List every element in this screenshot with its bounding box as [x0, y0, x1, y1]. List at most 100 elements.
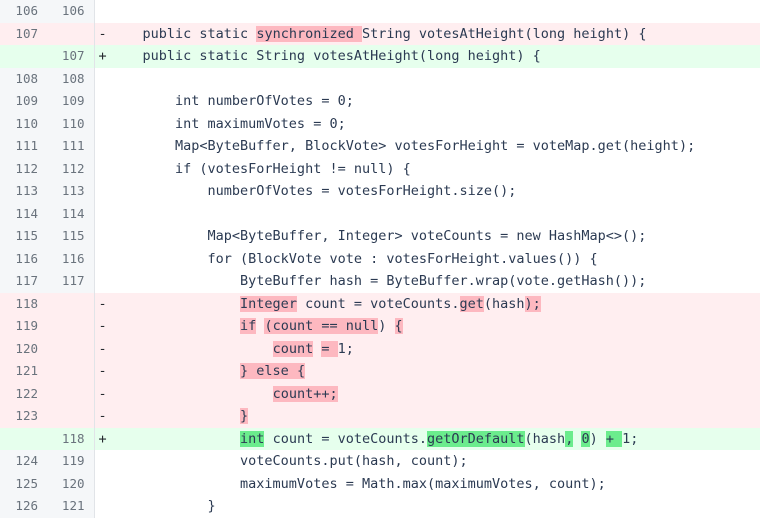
word-highlight: +	[605, 430, 623, 447]
new-line-number[interactable]: 111	[47, 135, 95, 158]
new-line-number[interactable]: 112	[47, 157, 95, 180]
new-line-number[interactable]: 114	[47, 202, 95, 225]
old-line-number[interactable]: 124	[0, 450, 47, 473]
code-line[interactable]: if (votesForHeight != null) {	[108, 157, 760, 180]
old-line-number[interactable]: 113	[0, 180, 47, 203]
new-line-number[interactable]	[47, 337, 95, 360]
old-line-number[interactable]: 125	[0, 472, 47, 495]
code-line[interactable]	[108, 202, 760, 225]
new-line-number[interactable]: 113	[47, 180, 95, 203]
code-line[interactable]	[108, 67, 760, 90]
word-highlight: Integer	[240, 295, 297, 312]
new-line-number[interactable]	[47, 292, 95, 315]
code-line[interactable]: int count = voteCounts.getOrDefault(hash…	[108, 427, 760, 450]
old-line-number[interactable]: 116	[0, 247, 47, 270]
code-line[interactable]: count = 1;	[108, 337, 760, 360]
new-line-number[interactable]: 110	[47, 112, 95, 135]
code-line[interactable]: Map<ByteBuffer, Integer> voteCounts = ne…	[108, 225, 760, 248]
diff-marker: -	[94, 315, 108, 338]
old-line-number[interactable]	[0, 427, 47, 450]
diff-marker	[94, 90, 108, 113]
word-highlight: (count == null	[264, 318, 379, 334]
new-line-number[interactable]: 107	[47, 45, 95, 68]
code-line[interactable]: public static synchronized String votesA…	[108, 22, 760, 45]
code-text: (hash	[483, 295, 525, 312]
code-line[interactable]: public static String votesAtHeight(long …	[108, 45, 760, 68]
new-line-number[interactable]: 121	[47, 495, 95, 518]
diff-marker: +	[94, 45, 108, 68]
diff-row-insertion: 107 + public static String votesAtHeight(…	[0, 45, 760, 68]
code-text: Map<ByteBuffer, Integer> voteCounts = ne…	[110, 228, 647, 244]
old-line-number[interactable]: 108	[0, 67, 47, 90]
code-line[interactable]: count++;	[108, 382, 760, 405]
old-line-number[interactable]: 112	[0, 157, 47, 180]
old-line-number[interactable]: 107	[0, 22, 47, 45]
code-text: voteCounts.put(hash, count);	[110, 453, 468, 469]
diff-marker	[94, 472, 108, 495]
code-line[interactable]: ByteBuffer hash = ByteBuffer.wrap(vote.g…	[108, 270, 760, 293]
old-line-number[interactable]: 115	[0, 225, 47, 248]
diff-marker: +	[94, 427, 108, 450]
new-line-number[interactable]	[47, 22, 95, 45]
new-line-number[interactable]: 119	[47, 450, 95, 473]
new-line-number[interactable]: 117	[47, 270, 95, 293]
code-line[interactable]: } else {	[108, 360, 760, 383]
code-line[interactable]: }	[108, 405, 760, 428]
diff-row-context: 115 115 Map<ByteBuffer, Integer> voteCoun…	[0, 225, 760, 248]
code-line[interactable]: voteCounts.put(hash, count);	[108, 450, 760, 473]
old-line-number[interactable]: 111	[0, 135, 47, 158]
code-text: int maximumVotes = 0;	[110, 115, 346, 132]
code-line[interactable]: int maximumVotes = 0;	[108, 112, 760, 135]
diff-marker	[94, 270, 108, 293]
code-line[interactable]: }	[108, 495, 760, 518]
diff-row-deletion: 121 - } else {	[0, 360, 760, 383]
old-line-number[interactable]	[0, 45, 47, 68]
diff-row-context: 125 120 maximumVotes = Math.max(maximumVo…	[0, 472, 760, 495]
code-line[interactable]: maximumVotes = Math.max(maximumVotes, co…	[108, 472, 760, 495]
word-highlight: count++;	[272, 385, 338, 402]
word-highlight: count	[272, 340, 314, 357]
code-line[interactable]: for (BlockVote vote : votesForHeight.val…	[108, 247, 760, 270]
code-line[interactable]	[108, 0, 760, 23]
old-line-number[interactable]: 118	[0, 292, 47, 315]
diff-row-deletion: 119 - if (count == null) {	[0, 315, 760, 338]
diff-body: 106 106 107- public static synchronized St…	[0, 0, 760, 518]
old-line-number[interactable]: 114	[0, 202, 47, 225]
new-line-number[interactable]: 115	[47, 225, 95, 248]
old-line-number[interactable]: 117	[0, 270, 47, 293]
old-line-number[interactable]: 106	[0, 0, 47, 23]
word-highlight: }	[240, 408, 249, 424]
old-line-number[interactable]: 121	[0, 360, 47, 383]
old-line-number[interactable]: 110	[0, 112, 47, 135]
new-line-number[interactable]	[47, 360, 95, 383]
diff-marker	[94, 495, 108, 518]
code-line[interactable]: int numberOfVotes = 0;	[108, 90, 760, 113]
code-text: for (BlockVote vote : votesForHeight.val…	[110, 250, 598, 267]
diff-row-context: 106 106	[0, 0, 760, 23]
old-line-number[interactable]: 109	[0, 90, 47, 113]
diff-marker: -	[94, 337, 108, 360]
code-line[interactable]: Integer count = voteCounts.get(hash);	[108, 292, 760, 315]
new-line-number[interactable]: 118	[47, 427, 95, 450]
old-line-number[interactable]: 126	[0, 495, 47, 518]
new-line-number[interactable]: 109	[47, 90, 95, 113]
new-line-number[interactable]: 120	[47, 472, 95, 495]
old-line-number[interactable]: 120	[0, 337, 47, 360]
diff-marker	[94, 202, 108, 225]
code-line[interactable]: if (count == null) {	[108, 315, 760, 338]
new-line-number[interactable]: 116	[47, 247, 95, 270]
code-text: (hash	[524, 430, 566, 447]
new-line-number[interactable]: 108	[47, 67, 95, 90]
code-text: public static	[110, 25, 257, 42]
new-line-number[interactable]: 106	[47, 0, 95, 23]
new-line-number[interactable]	[47, 382, 95, 405]
new-line-number[interactable]	[47, 405, 95, 428]
code-line[interactable]: Map<ByteBuffer, BlockVote> votesForHeigh…	[108, 135, 760, 158]
new-line-number[interactable]	[47, 315, 95, 338]
old-line-number[interactable]: 122	[0, 382, 47, 405]
code-line[interactable]: numberOfVotes = votesForHeight.size();	[108, 180, 760, 203]
old-line-number[interactable]: 119	[0, 315, 47, 338]
old-line-number[interactable]: 123	[0, 405, 47, 428]
